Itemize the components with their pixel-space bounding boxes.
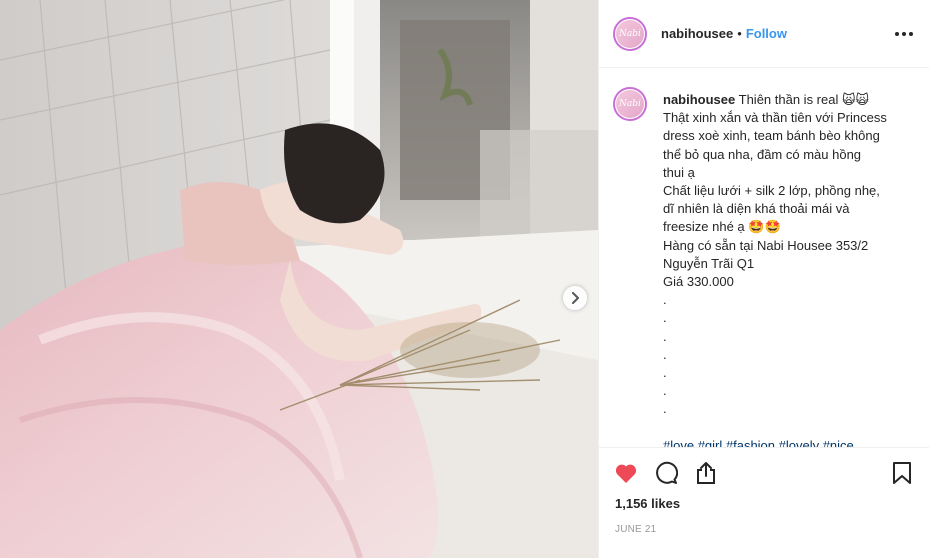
share-button[interactable] bbox=[693, 460, 719, 486]
avatar-logo: Nabi bbox=[616, 19, 644, 48]
caption-line-text: . bbox=[663, 401, 667, 417]
caption-line-text: thể bỏ qua nha, đầm có màu hồng bbox=[663, 146, 862, 162]
photo-scene bbox=[0, 0, 598, 558]
comment-button[interactable] bbox=[653, 460, 679, 486]
caption-line: Giá 330.000 bbox=[663, 273, 903, 291]
caption-avatar[interactable]: Nabi bbox=[613, 87, 647, 121]
caption-text: nabihousee Thiên thần is real 🙀🙀 Thật xin… bbox=[663, 91, 903, 447]
caption-line-text: Giá 330.000 bbox=[663, 274, 734, 290]
caption-line: . bbox=[663, 382, 903, 400]
bookmark-icon bbox=[893, 462, 911, 484]
caption-line: thui ạ bbox=[663, 164, 903, 182]
share-icon bbox=[697, 462, 715, 484]
post-header: Nabi nabihousee • Follow bbox=[599, 0, 929, 68]
caption-line-text: Thiên thần is real 🙀🙀 bbox=[738, 92, 870, 107]
caption-line-text: freesize nhé ạ 🤩🤩 bbox=[663, 219, 781, 235]
separator-dot: • bbox=[737, 26, 742, 41]
caption-line-text: Hàng có sẵn tại Nabi Housee 353/2 bbox=[663, 237, 869, 253]
caption-line-text: dĩ nhiên là diện khá thoải mái và bbox=[663, 201, 850, 217]
likes-count[interactable]: 1,156 likes bbox=[599, 496, 929, 511]
caption-scroll-area[interactable]: Nabi nabihousee Thiên thần is real 🙀🙀 Thậ… bbox=[599, 69, 929, 447]
caption-line: . bbox=[663, 328, 903, 346]
heart-icon bbox=[615, 464, 637, 483]
hashtags-link[interactable]: #love #girl #fashion #lovely #nice bbox=[663, 437, 903, 447]
action-icons-row bbox=[599, 448, 929, 498]
caption-first-line: nabihousee Thiên thần is real 🙀🙀 bbox=[663, 91, 903, 109]
caption-line-text: dress xoè xinh, team bánh bèo không bbox=[663, 128, 880, 144]
caption-line: dress xoè xinh, team bánh bèo không bbox=[663, 127, 903, 145]
post-photo[interactable] bbox=[0, 0, 598, 558]
caption-comment: Nabi nabihousee Thiên thần is real 🙀🙀 Thậ… bbox=[613, 87, 913, 447]
caption-line-text: Nguyễn Trãi Q1 bbox=[663, 255, 755, 271]
caption-line-text: . bbox=[663, 310, 667, 326]
caption-line: freesize nhé ạ 🤩🤩 bbox=[663, 218, 903, 236]
caption-line-text: . bbox=[663, 346, 667, 362]
caption-line: . bbox=[663, 346, 903, 364]
caption-line-text: thui ạ bbox=[663, 164, 695, 180]
instagram-post: Nabi nabihousee • Follow Nabi nabihousee… bbox=[0, 0, 929, 558]
caption-line: . bbox=[663, 291, 903, 309]
username-link[interactable]: nabihousee bbox=[661, 26, 733, 41]
post-side-panel: Nabi nabihousee • Follow Nabi nabihousee… bbox=[598, 0, 929, 558]
caption-line: Chất liệu lưới + silk 2 lớp, phồng nhẹ, bbox=[663, 182, 903, 200]
avatar[interactable]: Nabi bbox=[613, 16, 647, 51]
caption-line: dĩ nhiên là diện khá thoải mái và bbox=[663, 200, 903, 218]
follow-button[interactable]: Follow bbox=[746, 26, 787, 41]
like-button[interactable] bbox=[613, 460, 639, 486]
caption-line-text: . bbox=[663, 365, 667, 381]
post-actions: 1,156 likes JUNE 21 bbox=[599, 447, 929, 535]
caption-line-text: . bbox=[663, 383, 667, 399]
more-icon bbox=[895, 31, 899, 36]
caption-line-text: Thật xinh xắn và thần tiên với Princess bbox=[663, 110, 887, 126]
caption-avatar-logo: Nabi bbox=[616, 90, 644, 118]
caption-username-link[interactable]: nabihousee bbox=[663, 92, 735, 107]
save-button[interactable] bbox=[889, 460, 915, 486]
caption-line: Thật xinh xắn và thần tiên với Princess bbox=[663, 109, 903, 127]
next-photo-button[interactable] bbox=[563, 286, 587, 310]
caption-line-text: . bbox=[663, 292, 667, 308]
caption-line: . bbox=[663, 309, 903, 327]
caption-line-text: . bbox=[663, 328, 667, 344]
caption-line: Nguyễn Trãi Q1 bbox=[663, 255, 903, 273]
caption-line: . bbox=[663, 364, 903, 382]
comment-icon bbox=[656, 461, 678, 484]
caption-line: thể bỏ qua nha, đầm có màu hồng bbox=[663, 146, 903, 164]
caption-line: . bbox=[663, 400, 903, 418]
chevron-right-icon bbox=[572, 292, 579, 304]
post-date[interactable]: JUNE 21 bbox=[599, 524, 929, 535]
more-options-button[interactable] bbox=[895, 31, 913, 36]
caption-line-text: Chất liệu lưới + silk 2 lớp, phồng nhẹ, bbox=[663, 183, 880, 199]
caption-line: Hàng có sẵn tại Nabi Housee 353/2 bbox=[663, 237, 903, 255]
